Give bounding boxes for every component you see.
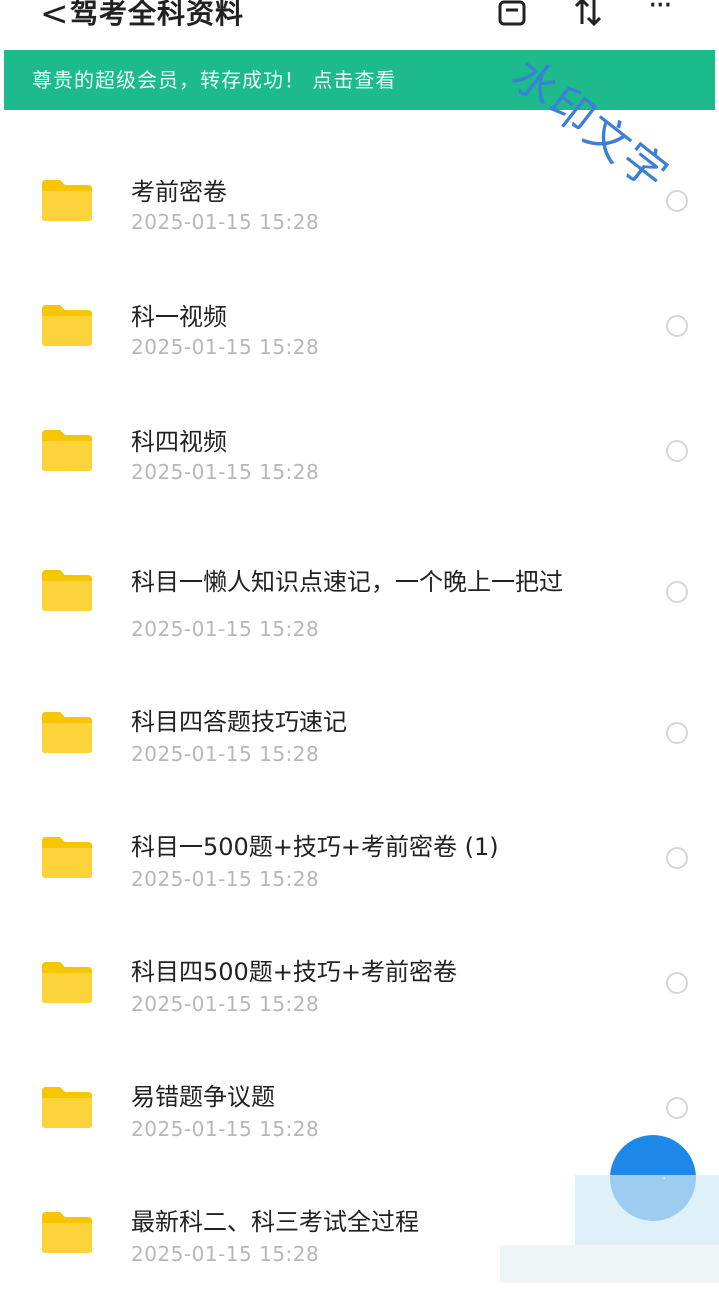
file-date: 2025-01-15 15:28	[131, 1117, 320, 1141]
select-radio[interactable]	[666, 581, 688, 603]
list-item[interactable]: 科四视频 2025-01-15 15:28	[0, 410, 719, 530]
file-name: 科目一500题+技巧+考前密卷 (1)	[131, 833, 499, 861]
select-radio[interactable]	[666, 1097, 688, 1119]
file-name: 科目四答题技巧速记	[131, 708, 347, 736]
more-icon[interactable]: ···	[648, 0, 673, 23]
file-name: 科目一懒人知识点速记，一个晚上一把过	[131, 568, 563, 596]
folder-icon	[42, 430, 92, 471]
select-icon[interactable]	[496, 0, 530, 30]
select-radio[interactable]	[666, 315, 688, 337]
file-date: 2025-01-15 15:28	[131, 335, 320, 359]
list-item[interactable]: 科目四答题技巧速记 2025-01-15 15:28	[0, 692, 719, 812]
select-radio[interactable]	[666, 722, 688, 744]
file-date: 2025-01-15 15:28	[131, 460, 320, 484]
folder-icon	[42, 1212, 92, 1253]
top-bar: < 驾考全科资料 ···	[0, 0, 719, 48]
page-title: 驾考全科资料	[70, 0, 245, 30]
file-date: 2025-01-15 15:28	[131, 617, 320, 641]
select-radio[interactable]	[666, 440, 688, 462]
file-name: 科一视频	[131, 303, 227, 331]
folder-icon	[42, 180, 92, 221]
file-name: 科四视频	[131, 428, 227, 456]
file-date: 2025-01-15 15:28	[131, 992, 320, 1016]
file-name: 科目四500题+技巧+考前密卷	[131, 958, 458, 986]
folder-icon	[42, 712, 92, 753]
file-date: 2025-01-15 15:28	[131, 742, 320, 766]
list-item[interactable]: 科目四500题+技巧+考前密卷 2025-01-15 15:28	[0, 942, 719, 1062]
file-date: 2025-01-15 15:28	[131, 210, 320, 234]
list-item[interactable]: 科目一500题+技巧+考前密卷 (1) 2025-01-15 15:28	[0, 817, 719, 937]
list-item[interactable]: 科目一懒人知识点速记，一个晚上一把过 2025-01-15 15:28	[0, 550, 719, 670]
folder-icon	[42, 570, 92, 611]
file-date: 2025-01-15 15:28	[131, 1242, 320, 1266]
file-name: 易错题争议题	[131, 1083, 275, 1111]
sort-icon[interactable]	[572, 0, 606, 30]
file-date: 2025-01-15 15:28	[131, 867, 320, 891]
list-item[interactable]: 科一视频 2025-01-15 15:28	[0, 285, 719, 405]
file-name: 考前密卷	[131, 178, 227, 206]
banner-text: 尊贵的超级会员，转存成功！ 点击查看	[32, 68, 397, 92]
obscured-overlay	[500, 1245, 719, 1283]
file-name: 最新科二、科三考试全过程	[131, 1208, 419, 1236]
select-radio[interactable]	[666, 190, 688, 212]
back-icon[interactable]: <	[40, 0, 69, 34]
obscured-overlay	[575, 1175, 719, 1245]
folder-icon	[42, 1087, 92, 1128]
select-radio[interactable]	[666, 847, 688, 869]
list-item[interactable]: 考前密卷 2025-01-15 15:28	[0, 160, 719, 280]
folder-icon	[42, 305, 92, 346]
folder-icon	[42, 962, 92, 1003]
select-radio[interactable]	[666, 972, 688, 994]
folder-icon	[42, 837, 92, 878]
